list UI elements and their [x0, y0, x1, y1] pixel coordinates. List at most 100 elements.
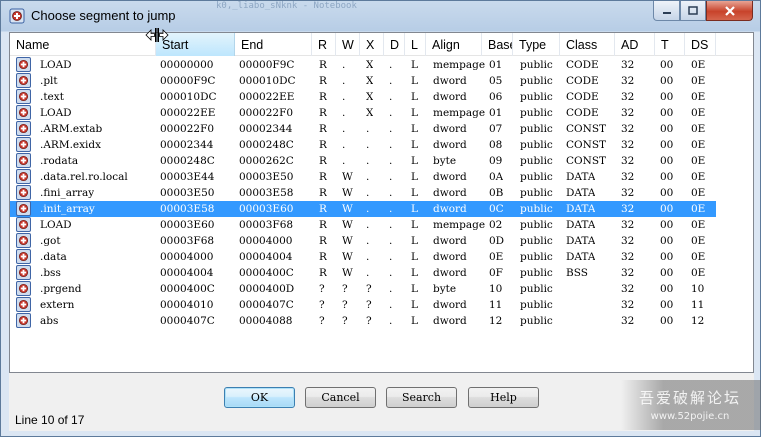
choose-segment-dialog: Choose segment to jump k0,_liabo_sNknk -… — [0, 0, 761, 437]
column-header-t[interactable]: T — [655, 33, 685, 56]
cell-l: L — [411, 59, 418, 71]
cell-end: 00000F9C — [239, 59, 295, 71]
segment-row[interactable]: abs 0000407C 00004088???. Ldword 12 public 32 0… — [10, 313, 716, 329]
cell-x: . — [366, 187, 370, 199]
column-header-ds[interactable]: DS — [685, 33, 716, 56]
cell-end: 00003E58 — [239, 187, 294, 199]
cell-r: R — [319, 139, 327, 151]
segment-icon — [16, 313, 31, 328]
cell-base: 0C — [489, 203, 504, 215]
cell-ds: 0E — [691, 91, 706, 103]
segment-row[interactable]: .init_array 00003E58 00003E60 R W.. Ldword 0C p… — [10, 201, 716, 217]
segment-row[interactable]: .plt 00000F9C 000010DC R. X. Ldword 05 public CO… — [10, 73, 716, 89]
cell-l: L — [411, 267, 418, 279]
cell-ds: 0E — [691, 123, 706, 135]
column-header-base[interactable]: Base — [482, 33, 513, 56]
cell-w: . — [342, 123, 346, 135]
cell-base: 11 — [489, 299, 503, 311]
help-button[interactable]: Help — [468, 387, 539, 408]
cell-end: 00004000 — [239, 235, 293, 247]
column-header-align[interactable]: Align — [426, 33, 482, 56]
column-header-d[interactable]: D — [384, 33, 405, 56]
cell-base: 06 — [489, 91, 503, 103]
cell-type: public — [520, 299, 553, 311]
close-button[interactable] — [706, 1, 753, 21]
cancel-button[interactable]: Cancel — [305, 387, 376, 408]
cell-w: . — [342, 91, 346, 103]
cell-end: 00003F68 — [239, 219, 294, 231]
segment-row[interactable]: .data 00004000 00004004 R W.. Ldword 0E public D… — [10, 249, 716, 265]
column-header-ad[interactable]: AD — [615, 33, 655, 56]
cell-ad: 32 — [621, 267, 635, 279]
cell-ad: 32 — [621, 251, 635, 263]
list-header: NameStartEndRWXDLAlignBaseTypeClassADTDS — [10, 33, 753, 56]
cell-type: public — [520, 123, 553, 135]
segment-row[interactable]: .bss 00004004 0000400C R W.. Ldword 0F public BS… — [10, 265, 716, 281]
cell-start: 0000400C — [160, 283, 215, 295]
column-header-l[interactable]: L — [405, 33, 426, 56]
column-header-type[interactable]: Type — [513, 33, 560, 56]
cell-l: L — [411, 235, 418, 247]
segment-row[interactable]: LOAD 00000000 00000F9C R. X. Lmempage 01 public… — [10, 57, 716, 73]
watermark-url: www.52pojie.cn — [650, 411, 730, 422]
segment-row[interactable]: .fini_array 00003E50 00003E58 R W.. Ldword 0B p… — [10, 185, 716, 201]
segment-row[interactable]: extern 00004010 0000407C???. Ldword 11 public… — [10, 297, 716, 313]
cell-base: 0E — [489, 251, 504, 263]
cell-l: L — [411, 155, 418, 167]
cell-end: 0000262C — [239, 155, 294, 167]
cell-end: 00003E50 — [239, 171, 294, 183]
segment-row[interactable]: .text 000010DC 000022EE R. X. Ldword 06 public C… — [10, 89, 716, 105]
segment-icon — [16, 169, 31, 184]
segment-icon — [16, 153, 31, 168]
cell-x: . — [366, 123, 370, 135]
cell-end: 000022EE — [239, 91, 295, 103]
cell-type: public — [520, 171, 553, 183]
search-button[interactable]: Search — [386, 387, 457, 408]
cell-type: public — [520, 59, 553, 71]
segment-row[interactable]: .rodata 0000248C 0000262C R... Lbyte 09 public… — [10, 153, 716, 169]
segment-list[interactable]: NameStartEndRWXDLAlignBaseTypeClassADTDS… — [9, 32, 754, 373]
cell-align: mempage — [433, 59, 486, 71]
cell-t: 00 — [660, 155, 674, 167]
title-bar[interactable]: Choose segment to jump k0,_liabo_sNknk -… — [1, 1, 760, 32]
cell-name: .data.rel.ro.local — [40, 171, 128, 183]
cell-class: DATA — [566, 251, 596, 263]
segment-row[interactable]: .data.rel.ro.local 00003E44 00003E50 R W.. Ld… — [10, 169, 716, 185]
cell-start: 00003F68 — [160, 235, 215, 247]
cell-align: dword — [433, 123, 467, 135]
cell-name: .bss — [40, 267, 61, 279]
column-header-class[interactable]: Class — [560, 33, 615, 56]
minimize-button[interactable] — [653, 1, 680, 21]
cell-base: 0F — [489, 267, 503, 279]
cell-class — [564, 297, 566, 313]
cell-name: LOAD — [40, 107, 72, 119]
segment-icon — [16, 89, 31, 104]
segment-row[interactable]: .ARM.extab 000022F0 00002344 R... Ldword 07 pu… — [10, 121, 716, 137]
segment-row[interactable]: LOAD 000022EE 000022F0 R. X. Lmempage 01 public… — [10, 105, 716, 121]
segment-row[interactable]: .got 00003F68 00004000 R W.. Ldword 0D public DA… — [10, 233, 716, 249]
ok-button[interactable]: OK — [224, 387, 295, 408]
cell-ad: 32 — [621, 155, 635, 167]
column-header-end[interactable]: End — [235, 33, 312, 56]
cell-type: public — [520, 283, 553, 295]
cell-r: R — [319, 203, 327, 215]
cell-ds: 12 — [691, 315, 705, 327]
column-header-r[interactable]: R — [312, 33, 336, 56]
cell-ds: 0E — [691, 219, 706, 231]
cell-w: ? — [342, 299, 348, 311]
cell-class — [564, 313, 566, 329]
cell-d: . — [389, 91, 393, 103]
segment-row[interactable]: .ARM.exidx 00002344 0000248C R... Ldword 08 pu… — [10, 137, 716, 153]
column-header-name[interactable]: Name — [10, 33, 156, 56]
column-header-x[interactable]: X — [360, 33, 384, 56]
cell-type: public — [520, 75, 553, 87]
column-header-w[interactable]: W — [336, 33, 360, 56]
cell-end: 00004088 — [239, 315, 293, 327]
cell-x: . — [366, 203, 370, 215]
segment-row[interactable]: .prgend 0000400C 0000400D???. Lbyte 10 public… — [10, 281, 716, 297]
cell-ds: 0E — [691, 187, 706, 199]
maximize-button[interactable] — [680, 1, 706, 21]
segment-row[interactable]: LOAD 00003E60 00003F68 R W.. Lmempage 02 public… — [10, 217, 716, 233]
cell-d: . — [389, 299, 393, 311]
cell-align: byte — [433, 155, 457, 167]
